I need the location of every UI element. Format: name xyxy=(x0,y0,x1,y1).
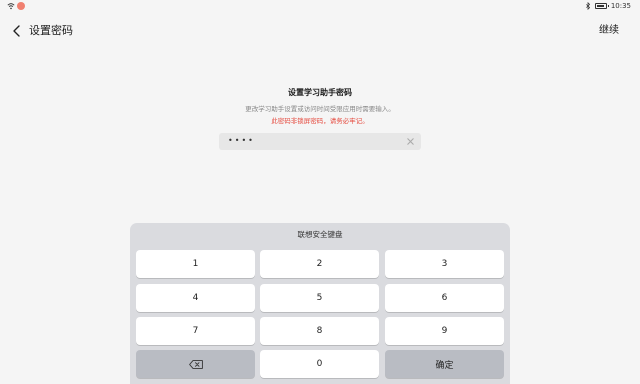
continue-button[interactable]: 继续 xyxy=(599,24,619,38)
battery-level xyxy=(596,5,604,7)
key-2[interactable]: 2 xyxy=(260,250,379,278)
password-input[interactable]: •••• xyxy=(219,133,421,150)
back-arrow-icon[interactable] xyxy=(10,24,24,38)
battery-icon xyxy=(594,3,609,9)
key-6[interactable]: 6 xyxy=(385,284,504,312)
key-0[interactable]: 0 xyxy=(260,350,379,378)
key-9[interactable]: 9 xyxy=(385,317,504,345)
clear-icon[interactable] xyxy=(406,137,415,146)
password-setup-title: 设置学习助手密码 xyxy=(288,88,352,97)
key-3[interactable]: 3 xyxy=(385,250,504,278)
password-description: 更改学习助手设置或访问时间受限应用时需要输入。 xyxy=(245,105,395,113)
keyboard-title: 联想安全键盘 xyxy=(297,230,343,239)
header: 设置密码 继续 xyxy=(0,18,640,46)
status-time: 10:35 xyxy=(610,2,631,10)
key-7[interactable]: 7 xyxy=(136,317,255,345)
key-5[interactable]: 5 xyxy=(260,284,379,312)
status-bar: 10:35 xyxy=(0,0,640,14)
password-mask: •••• xyxy=(228,136,255,145)
key-4[interactable]: 4 xyxy=(136,284,255,312)
bluetooth-icon xyxy=(585,2,590,10)
page-title: 设置密码 xyxy=(29,24,73,37)
wifi-icon xyxy=(7,3,15,10)
status-right: 10:35 xyxy=(585,2,631,10)
secure-keyboard: 联想安全键盘 1 2 3 4 5 6 7 8 9 0 确定 xyxy=(130,223,510,384)
backspace-icon xyxy=(188,359,203,369)
delete-key[interactable] xyxy=(136,350,255,378)
password-warning: 此密码非锁屏密码，请务必牢记。 xyxy=(271,117,369,125)
confirm-key[interactable]: 确定 xyxy=(385,350,504,378)
key-8[interactable]: 8 xyxy=(260,317,379,345)
notification-badge-icon xyxy=(17,2,25,10)
status-left xyxy=(7,2,25,10)
key-1[interactable]: 1 xyxy=(136,250,255,278)
